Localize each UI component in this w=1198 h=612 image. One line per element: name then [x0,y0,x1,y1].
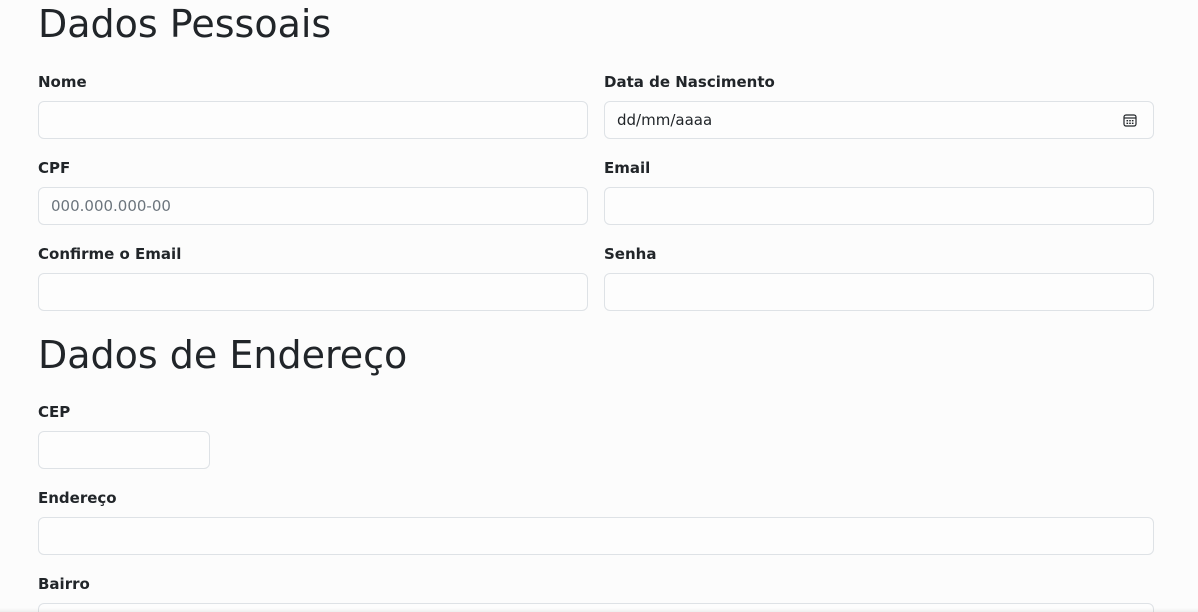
confirme-email-input[interactable] [39,274,587,310]
senha-input-box[interactable] [604,273,1154,311]
data-nascimento-input[interactable]: dd/mm/aaaa [604,101,1154,139]
data-nascimento-display[interactable]: dd/mm/aaaa [605,111,1123,129]
nome-input[interactable] [39,102,587,138]
cpf-input[interactable] [39,188,587,224]
confirme-email-field-group: Confirme o Email [38,245,588,311]
endereco-input[interactable] [39,518,1153,554]
bairro-label: Bairro [38,575,90,593]
email-field-group: Email [604,159,1154,225]
senha-input[interactable] [605,274,1153,310]
senha-label: Senha [604,245,657,263]
confirme-email-label: Confirme o Email [38,245,182,263]
nome-input-box[interactable] [38,101,588,139]
email-input[interactable] [605,188,1153,224]
cep-input[interactable] [39,432,209,468]
section-title-address-data: Dados de Endereço [38,333,408,377]
window-bottom-edge [0,608,1198,612]
data-nascimento-field-group: Data de Nascimento dd/mm/aaaa [604,73,1154,139]
confirme-email-input-box[interactable] [38,273,588,311]
email-label: Email [604,159,651,177]
cpf-field-group: CPF [38,159,588,225]
senha-field-group: Senha [604,245,1154,311]
registration-form-page: Dados Pessoais Nome Data de Nascimento d… [0,0,1198,612]
data-nascimento-label: Data de Nascimento [604,73,775,91]
endereco-label: Endereço [38,489,117,507]
bairro-field-group: Bairro [38,575,1154,612]
cpf-label: CPF [38,159,71,177]
email-input-box[interactable] [604,187,1154,225]
cep-field-group: CEP [38,403,210,469]
cep-input-box[interactable] [38,431,210,469]
calendar-icon[interactable] [1123,113,1137,127]
nome-label: Nome [38,73,87,91]
endereco-input-box[interactable] [38,517,1154,555]
section-title-personal-data: Dados Pessoais [38,2,332,46]
cpf-input-box[interactable] [38,187,588,225]
cep-label: CEP [38,403,71,421]
endereco-field-group: Endereço [38,489,1154,555]
nome-field-group: Nome [38,73,588,139]
